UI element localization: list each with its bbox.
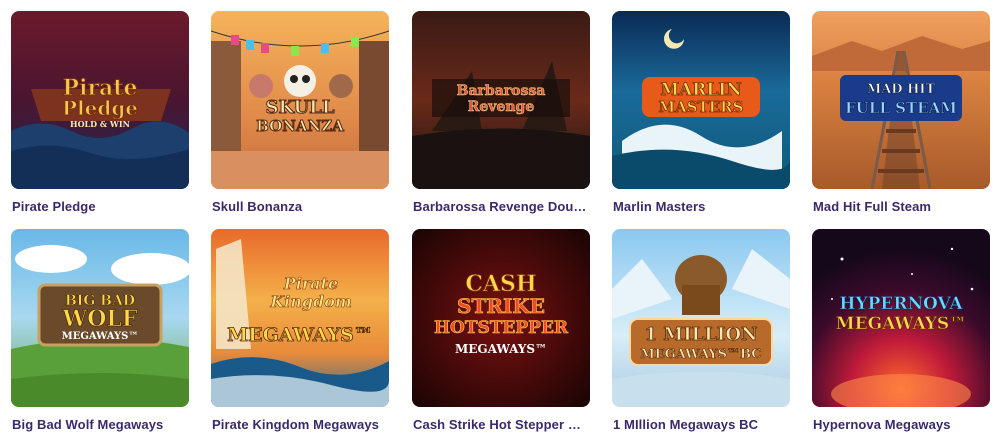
logo-line-1: Barbarossa bbox=[457, 83, 546, 99]
game-art-mad-hit-full-steam: MAD HIT FULL STEAM bbox=[812, 11, 990, 189]
logo-line-2: MASTERS bbox=[659, 98, 744, 116]
game-grid: Pirate Pledge HOLD & WIN Pirate Pledge S… bbox=[0, 0, 1000, 440]
logo-line-1: SKULL bbox=[265, 97, 334, 118]
game-art-big-bad-wolf: BIG BAD WOLF MEGAWAYS™ bbox=[11, 229, 189, 407]
logo-line-2: STRIKE bbox=[457, 294, 545, 318]
game-title[interactable]: Big Bad Wolf Megaways bbox=[12, 417, 189, 432]
game-thumbnail[interactable]: Pirate Pledge HOLD & WIN bbox=[11, 11, 189, 189]
game-card-pirate-kingdom-megaways[interactable]: Pirate Kingdom MEGAWAYS™ Pirate Kingdom … bbox=[211, 229, 389, 439]
game-title[interactable]: 1 MIllion Megaways BC bbox=[613, 417, 790, 432]
game-title[interactable]: Skull Bonanza bbox=[212, 199, 389, 214]
game-title[interactable]: Pirate Kingdom Megaways bbox=[212, 417, 389, 432]
logo-line-1: MAD HIT bbox=[867, 82, 936, 97]
game-title[interactable]: Cash Strike Hot Stepper M… bbox=[413, 417, 590, 432]
game-art-skull-bonanza: SKULL BONANZA bbox=[211, 11, 389, 189]
logo-line-2: MEGAWAYS™BC bbox=[640, 347, 761, 362]
game-card-cash-strike-hot-stepper[interactable]: CASH STRIKE HOTSTEPPER MEGAWAYS™ Cash St… bbox=[412, 229, 590, 439]
game-art-pirate-kingdom: Pirate Kingdom MEGAWAYS™ bbox=[211, 229, 389, 407]
logo-line-4: MEGAWAYS™ bbox=[455, 342, 547, 356]
game-thumbnail[interactable]: MARLIN MASTERS bbox=[612, 11, 790, 189]
game-title[interactable]: Pirate Pledge bbox=[12, 199, 189, 214]
logo-line-3: MEGAWAYS™ bbox=[227, 324, 373, 346]
logo-line-2: FULL STEAM bbox=[845, 99, 957, 117]
game-thumbnail[interactable]: MAD HIT FULL STEAM bbox=[812, 11, 990, 189]
game-thumbnail[interactable]: Pirate Kingdom MEGAWAYS™ bbox=[211, 229, 389, 407]
game-art-barbarossa-revenge: Barbarossa Revenge bbox=[412, 11, 590, 189]
logo-line-1: HYPERNOVA bbox=[839, 294, 963, 314]
game-thumbnail[interactable]: 1 MILLION MEGAWAYS™BC bbox=[612, 229, 790, 407]
game-card-skull-bonanza[interactable]: SKULL BONANZA Skull Bonanza bbox=[211, 11, 389, 221]
game-card-marlin-masters[interactable]: MARLIN MASTERS Marlin Masters bbox=[612, 11, 790, 221]
game-card-hypernova-megaways[interactable]: HYPERNOVA MEGAWAYS™ Hypernova Megaways bbox=[812, 229, 990, 439]
game-art-marlin-masters: MARLIN MASTERS bbox=[612, 11, 790, 189]
game-art-hypernova: HYPERNOVA MEGAWAYS™ bbox=[812, 229, 990, 407]
game-thumbnail[interactable]: HYPERNOVA MEGAWAYS™ bbox=[812, 229, 990, 407]
logo-line-2: Revenge bbox=[468, 99, 535, 115]
logo-line-2: MEGAWAYS™ bbox=[836, 314, 966, 334]
logo-line-3: HOLD & WIN bbox=[70, 119, 130, 129]
game-art-pirate-pledge: Pirate Pledge HOLD & WIN bbox=[11, 11, 189, 189]
game-title[interactable]: Mad Hit Full Steam bbox=[813, 199, 990, 214]
logo-line-2: WOLF bbox=[62, 306, 138, 332]
game-card-mad-hit-full-steam[interactable]: MAD HIT FULL STEAM Mad Hit Full Steam bbox=[812, 11, 990, 221]
game-thumbnail[interactable]: Barbarossa Revenge bbox=[412, 11, 590, 189]
game-thumbnail[interactable]: CASH STRIKE HOTSTEPPER MEGAWAYS™ bbox=[412, 229, 590, 407]
game-card-barbarossa-revenge[interactable]: Barbarossa Revenge Barbarossa Revenge Do… bbox=[412, 11, 590, 221]
logo-line-3: HOTSTEPPER bbox=[434, 318, 569, 338]
game-title[interactable]: Hypernova Megaways bbox=[813, 417, 990, 432]
game-card-1-million-megaways-bc[interactable]: 1 MILLION MEGAWAYS™BC 1 MIllion Megaways… bbox=[612, 229, 790, 439]
game-art-cash-strike: CASH STRIKE HOTSTEPPER MEGAWAYS™ bbox=[412, 229, 590, 407]
logo-line-2: Kingdom bbox=[269, 292, 352, 311]
logo-line-1: 1 MILLION bbox=[644, 324, 757, 345]
logo-line-1: MARLIN bbox=[660, 80, 742, 100]
game-title[interactable]: Marlin Masters bbox=[613, 199, 790, 214]
game-thumbnail[interactable]: SKULL BONANZA bbox=[211, 11, 389, 189]
logo-line-2: BONANZA bbox=[256, 117, 344, 135]
logo-line-1: Pirate bbox=[283, 274, 338, 293]
logo-line-3: MEGAWAYS™ bbox=[62, 331, 139, 342]
game-art-1-million-megaways: 1 MILLION MEGAWAYS™BC bbox=[612, 229, 790, 407]
game-card-big-bad-wolf-megaways[interactable]: BIG BAD WOLF MEGAWAYS™ Big Bad Wolf Mega… bbox=[11, 229, 189, 439]
logo-line-2: Pledge bbox=[62, 96, 138, 120]
game-title[interactable]: Barbarossa Revenge Doub… bbox=[413, 199, 590, 214]
game-card-pirate-pledge[interactable]: Pirate Pledge HOLD & WIN Pirate Pledge bbox=[11, 11, 189, 221]
game-thumbnail[interactable]: BIG BAD WOLF MEGAWAYS™ bbox=[11, 229, 189, 407]
